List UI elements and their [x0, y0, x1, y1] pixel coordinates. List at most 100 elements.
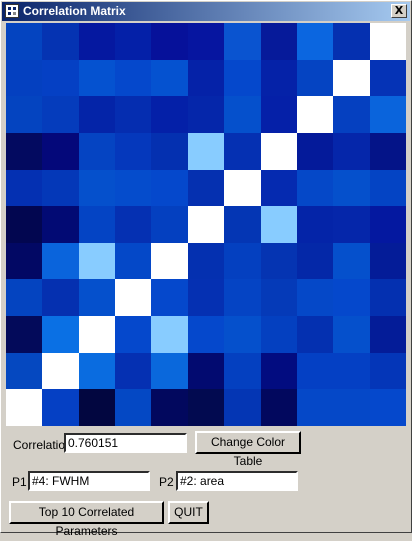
correlation-value-field[interactable]: 0.760151: [64, 433, 187, 453]
matrix-cell[interactable]: [115, 243, 151, 279]
close-button[interactable]: X: [391, 4, 407, 18]
matrix-cell[interactable]: [42, 206, 79, 243]
matrix-cell[interactable]: [370, 60, 406, 96]
matrix-cell[interactable]: [224, 60, 261, 96]
matrix-cell[interactable]: [333, 170, 370, 206]
matrix-cell[interactable]: [6, 353, 42, 389]
matrix-cell[interactable]: [261, 279, 297, 316]
matrix-cell[interactable]: [370, 170, 406, 206]
matrix-cell[interactable]: [115, 60, 151, 96]
matrix-cell[interactable]: [42, 96, 79, 133]
matrix-cell[interactable]: [115, 206, 151, 243]
matrix-cell[interactable]: [261, 353, 297, 389]
matrix-cell[interactable]: [42, 316, 79, 353]
matrix-cell[interactable]: [115, 23, 151, 60]
matrix-cell[interactable]: [224, 316, 261, 353]
matrix-cell[interactable]: [115, 133, 151, 170]
matrix-cell[interactable]: [188, 279, 224, 316]
matrix-cell[interactable]: [333, 279, 370, 316]
matrix-cell[interactable]: [224, 353, 261, 389]
matrix-cell[interactable]: [224, 96, 261, 133]
matrix-cell[interactable]: [333, 133, 370, 170]
matrix-cell[interactable]: [115, 316, 151, 353]
matrix-cell[interactable]: [79, 206, 115, 243]
matrix-cell[interactable]: [333, 23, 370, 60]
matrix-cell[interactable]: [297, 316, 333, 353]
matrix-cell[interactable]: [42, 243, 79, 279]
matrix-cell[interactable]: [261, 243, 297, 279]
matrix-cell[interactable]: [115, 389, 151, 426]
matrix-cell[interactable]: [188, 316, 224, 353]
matrix-cell[interactable]: [151, 60, 188, 96]
matrix-cell[interactable]: [370, 23, 406, 60]
matrix-cell[interactable]: [297, 60, 333, 96]
matrix-cell[interactable]: [297, 133, 333, 170]
matrix-cell[interactable]: [188, 353, 224, 389]
matrix-cell[interactable]: [224, 133, 261, 170]
matrix-cell[interactable]: [188, 206, 224, 243]
matrix-cell[interactable]: [224, 23, 261, 60]
matrix-cell[interactable]: [6, 316, 42, 353]
matrix-cell[interactable]: [6, 389, 42, 426]
matrix-cell[interactable]: [6, 243, 42, 279]
matrix-cell[interactable]: [6, 60, 42, 96]
matrix-cell[interactable]: [224, 279, 261, 316]
matrix-cell[interactable]: [297, 206, 333, 243]
matrix-cell[interactable]: [6, 23, 42, 60]
matrix-cell[interactable]: [79, 316, 115, 353]
matrix-cell[interactable]: [333, 353, 370, 389]
matrix-cell[interactable]: [151, 206, 188, 243]
matrix-cell[interactable]: [333, 60, 370, 96]
matrix-cell[interactable]: [297, 279, 333, 316]
matrix-cell[interactable]: [370, 96, 406, 133]
quit-button[interactable]: QUIT: [168, 501, 209, 524]
matrix-cell[interactable]: [42, 60, 79, 96]
matrix-cell[interactable]: [151, 353, 188, 389]
matrix-cell[interactable]: [370, 133, 406, 170]
matrix-cell[interactable]: [261, 389, 297, 426]
matrix-cell[interactable]: [297, 353, 333, 389]
matrix-cell[interactable]: [79, 243, 115, 279]
matrix-cell[interactable]: [115, 170, 151, 206]
top-10-correlated-parameters-button[interactable]: Top 10 Correlated Parameters: [9, 501, 164, 538]
matrix-cell[interactable]: [261, 60, 297, 96]
matrix-cell[interactable]: [151, 279, 188, 316]
matrix-cell[interactable]: [188, 389, 224, 426]
matrix-cell[interactable]: [115, 96, 151, 133]
matrix-cell[interactable]: [333, 206, 370, 243]
matrix-cell[interactable]: [297, 389, 333, 426]
matrix-cell[interactable]: [297, 243, 333, 279]
matrix-cell[interactable]: [333, 389, 370, 426]
matrix-cell[interactable]: [79, 96, 115, 133]
matrix-cell[interactable]: [79, 389, 115, 426]
matrix-cell[interactable]: [370, 243, 406, 279]
matrix-cell[interactable]: [261, 206, 297, 243]
correlation-matrix-grid[interactable]: [6, 23, 406, 426]
matrix-cell[interactable]: [261, 23, 297, 60]
title-bar[interactable]: Correlation Matrix X: [2, 2, 410, 21]
matrix-cell[interactable]: [42, 23, 79, 60]
matrix-cell[interactable]: [333, 96, 370, 133]
matrix-cell[interactable]: [6, 170, 42, 206]
matrix-cell[interactable]: [224, 389, 261, 426]
matrix-cell[interactable]: [42, 133, 79, 170]
change-color-table-button[interactable]: Change Color Table: [195, 431, 301, 468]
matrix-cell[interactable]: [370, 353, 406, 389]
matrix-cell[interactable]: [261, 96, 297, 133]
matrix-cell[interactable]: [151, 170, 188, 206]
matrix-cell[interactable]: [297, 96, 333, 133]
matrix-cell[interactable]: [42, 170, 79, 206]
matrix-cell[interactable]: [6, 133, 42, 170]
p1-field[interactable]: #4: FWHM: [28, 471, 150, 491]
matrix-cell[interactable]: [6, 279, 42, 316]
matrix-cell[interactable]: [79, 279, 115, 316]
matrix-cell[interactable]: [370, 206, 406, 243]
matrix-cell[interactable]: [333, 316, 370, 353]
matrix-cell[interactable]: [297, 170, 333, 206]
p2-field[interactable]: #2: area: [176, 471, 298, 491]
matrix-cell[interactable]: [224, 170, 261, 206]
matrix-cell[interactable]: [151, 389, 188, 426]
matrix-cell[interactable]: [188, 60, 224, 96]
matrix-cell[interactable]: [151, 23, 188, 60]
matrix-cell[interactable]: [261, 170, 297, 206]
